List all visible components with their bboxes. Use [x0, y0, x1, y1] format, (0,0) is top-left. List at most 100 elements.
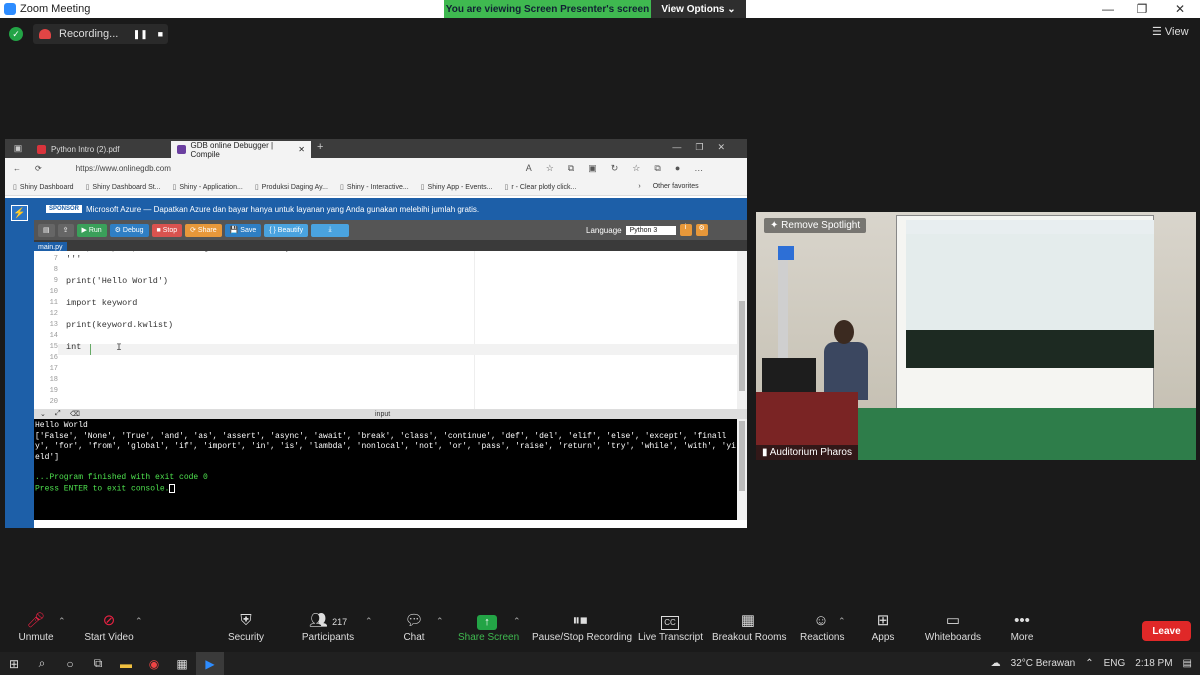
- weather-text[interactable]: 32°C Berawan: [1011, 658, 1076, 669]
- apps-button[interactable]: ⊞ Apps: [870, 610, 896, 643]
- search-icon[interactable]: ⌕: [28, 652, 56, 675]
- debug-button[interactable]: ⚙ Debug: [109, 223, 149, 237]
- zoom-app-icon: [4, 3, 16, 15]
- clock[interactable]: 2:18 PM: [1135, 658, 1172, 669]
- task-view-icon[interactable]: ⧉: [84, 652, 112, 675]
- code-editor[interactable]: 6 Code, Compile, Run and Debug online fro…: [34, 251, 737, 409]
- participants-button[interactable]: 👥︎ 217 Participants: [300, 610, 356, 643]
- refresh-icon[interactable]: ⟳: [35, 164, 42, 173]
- upload-icon[interactable]: ⇪: [57, 223, 74, 237]
- save-button[interactable]: 💾 Save: [224, 223, 262, 237]
- tab-actions-icon[interactable]: ▣: [5, 139, 31, 158]
- share-chevron-icon[interactable]: ⌃: [513, 616, 521, 627]
- chrome-icon[interactable]: ◉: [140, 652, 168, 675]
- expand-icon[interactable]: ⤢: [55, 410, 64, 418]
- new-file-icon[interactable]: ▤: [38, 223, 55, 237]
- start-video-button[interactable]: ⊘ Start Video: [84, 610, 134, 643]
- share-screen-button[interactable]: ↑ Share Screen: [458, 610, 519, 643]
- refresh-extension-icon[interactable]: ↻: [611, 163, 619, 174]
- clear-icon[interactable]: ⌫: [70, 410, 80, 418]
- file-tab-bar: main.py: [34, 240, 747, 253]
- line-number: 11: [49, 299, 58, 307]
- new-tab-icon[interactable]: +: [317, 141, 323, 158]
- language-indicator[interactable]: ENG: [1104, 658, 1126, 669]
- live-transcript-button[interactable]: CC Live Transcript: [638, 610, 703, 643]
- chat-button[interactable]: 💬︎ Chat: [402, 610, 426, 643]
- console-scrollbar[interactable]: [737, 419, 747, 520]
- ibeam-cursor-icon: I: [116, 343, 123, 354]
- view-button[interactable]: ☰ View: [1152, 25, 1189, 38]
- maximize-icon[interactable]: ❐: [1128, 0, 1156, 18]
- info-icon[interactable]: i: [679, 224, 692, 236]
- read-aloud-icon[interactable]: A: [526, 163, 532, 174]
- video-options-chevron-icon[interactable]: ⌃: [135, 616, 143, 627]
- bookmark-item[interactable]: Shiny - Application...: [173, 183, 242, 191]
- reactions-button[interactable]: ☺ Reactions: [800, 610, 844, 643]
- settings-gear-icon[interactable]: ⚙: [695, 224, 708, 236]
- console-input-label: input: [375, 410, 391, 418]
- unmute-button[interactable]: 🎤︎ Unmute: [16, 610, 56, 643]
- download-icon[interactable]: ⤓: [311, 223, 350, 237]
- browser-window-controls[interactable]: —❐✕: [672, 142, 739, 153]
- bookmark-item[interactable]: r - Clear plotly click...: [505, 183, 576, 191]
- bookmark-item[interactable]: Shiny - Interactive...: [340, 183, 409, 191]
- store-icon[interactable]: ▦: [168, 652, 196, 675]
- browser-tab-gdb[interactable]: GDB online Debugger | Compile ✕: [171, 141, 311, 159]
- whiteboards-button[interactable]: ▭ Whiteboards: [924, 610, 982, 643]
- code-line: print(keyword.kwlist): [66, 320, 174, 330]
- bookmark-item[interactable]: Shiny Dashboard St...: [86, 183, 160, 191]
- view-options-button[interactable]: View Options ⌄: [651, 0, 746, 18]
- stop-recording-icon[interactable]: ■: [154, 28, 166, 40]
- bookmarks-overflow-icon[interactable]: ›: [638, 183, 640, 190]
- run-button[interactable]: ▶ Run: [76, 223, 107, 237]
- close-icon[interactable]: ✕: [1166, 0, 1194, 18]
- breakout-rooms-button[interactable]: ▦ Breakout Rooms: [712, 610, 786, 643]
- notifications-icon[interactable]: ▤: [1183, 658, 1192, 669]
- back-icon[interactable]: ←: [13, 164, 21, 173]
- pause-stop-recording-button[interactable]: ⏸︎⏹︎ Pause/Stop Recording: [532, 610, 632, 643]
- participant-name-label: ▮ Auditorium Pharos: [756, 445, 858, 460]
- bookmark-item[interactable]: Produksi Daging Ay...: [255, 183, 328, 191]
- bookmark-item[interactable]: Shiny Dashboard: [13, 183, 74, 191]
- output-console[interactable]: Hello World ['False', 'None', 'True', 'a…: [34, 419, 737, 520]
- language-select[interactable]: Python 3: [625, 225, 676, 235]
- more-button[interactable]: ••• More: [1010, 610, 1034, 643]
- security-shield-icon[interactable]: ✓: [9, 27, 23, 41]
- extension-icon[interactable]: ▣: [588, 163, 597, 174]
- zoom-taskbar-icon[interactable]: ▶: [196, 652, 224, 675]
- spotlight-video-tile[interactable]: ✦ Remove Spotlight ▮ Auditorium Pharos: [756, 212, 1196, 460]
- cortana-icon[interactable]: ○: [56, 652, 84, 675]
- remove-spotlight-button[interactable]: ✦ Remove Spotlight: [764, 218, 867, 233]
- pause-recording-icon[interactable]: ❚❚: [133, 28, 148, 40]
- audio-options-chevron-icon[interactable]: ⌃: [58, 616, 66, 627]
- stop-button[interactable]: ■ Stop: [151, 223, 183, 237]
- leave-button[interactable]: Leave: [1142, 621, 1191, 641]
- minimize-icon[interactable]: —: [1094, 0, 1122, 18]
- collections-icon[interactable]: ⧉: [654, 163, 660, 174]
- url-field[interactable]: https://www.onlinegdb.com: [76, 164, 506, 173]
- share-button[interactable]: ⟳ Share: [185, 223, 222, 237]
- file-explorer-icon[interactable]: ▬: [112, 652, 140, 675]
- favorite-star-icon[interactable]: ☆: [546, 163, 554, 174]
- security-button[interactable]: ⛨ Security: [226, 610, 266, 643]
- beautify-button[interactable]: { } Beautify: [264, 223, 309, 237]
- bookmark-item[interactable]: Shiny App - Events...: [421, 183, 493, 191]
- participants-chevron-icon[interactable]: ⌃: [365, 616, 373, 627]
- collapse-icon[interactable]: ⌄: [40, 410, 49, 418]
- editor-scrollbar[interactable]: [737, 251, 747, 409]
- sponsor-banner[interactable]: SPONSOR Microsoft Azure — Dapatkan Azure…: [34, 198, 747, 220]
- browser-tab-pdf[interactable]: Python Intro (2).pdf: [31, 141, 171, 158]
- gdb-logo-icon[interactable]: ⚡: [11, 205, 28, 221]
- close-tab-icon[interactable]: ✕: [298, 145, 305, 154]
- weather-icon[interactable]: ☁: [991, 658, 1001, 669]
- extension-icon[interactable]: ⧉: [568, 163, 574, 174]
- profile-avatar[interactable]: ●: [675, 163, 680, 174]
- windows-start-icon[interactable]: ⊞: [0, 652, 28, 675]
- other-favorites[interactable]: Other favorites: [653, 183, 699, 190]
- reactions-chevron-icon[interactable]: ⌃: [838, 616, 846, 627]
- code-line: int: [66, 342, 82, 352]
- chat-chevron-icon[interactable]: ⌃: [436, 616, 444, 627]
- tray-chevron-icon[interactable]: ⌃: [1085, 658, 1093, 669]
- favorites-icon[interactable]: ☆: [632, 163, 640, 174]
- more-icon[interactable]: …: [694, 163, 703, 174]
